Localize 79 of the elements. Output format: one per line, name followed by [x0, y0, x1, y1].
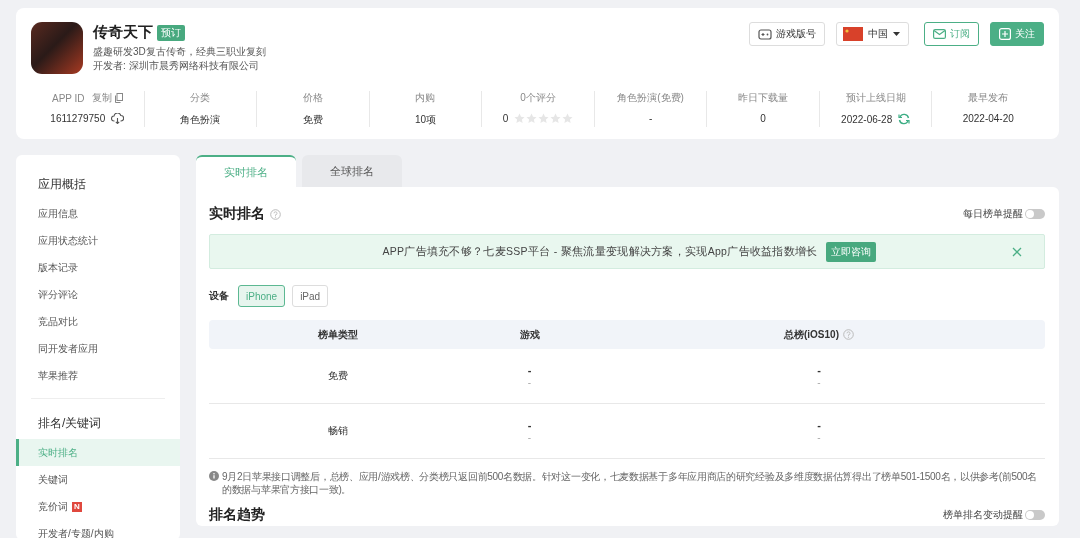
stat-label: 内购: [415, 91, 436, 105]
stat-label: 角色扮演(免费): [617, 91, 684, 105]
country-dropdown[interactable]: 中国: [836, 22, 909, 46]
sidebar-item[interactable]: 应用信息: [16, 200, 180, 227]
ad-text: APP广告填充不够？七麦SSP平台 - 聚焦流量变现解决方案，实现App广告收益指数增长: [382, 244, 818, 259]
star-icon: [550, 113, 562, 124]
toggle-switch[interactable]: [1025, 510, 1045, 520]
column-header: 总榜(iOS10): [784, 327, 839, 342]
device-label: 设备: [209, 289, 229, 303]
stat-value: 0: [760, 113, 766, 124]
rank-value: -: [527, 364, 532, 376]
mail-icon: [933, 29, 946, 39]
sidebar-item[interactable]: 同开发者应用: [16, 335, 180, 362]
help-icon: [270, 208, 281, 220]
app-icon: [31, 22, 83, 74]
caret-icon: [893, 32, 900, 36]
new-badge: N: [72, 501, 82, 512]
stat-value: 免费: [302, 113, 323, 127]
rank-value: -: [527, 419, 532, 431]
star-icon: [562, 113, 574, 124]
rank-value: -: [817, 364, 821, 376]
copy-icon: [114, 93, 123, 103]
note-text: 9月2日苹果接口调整后，总榜、应用/游戏榜、分类榜只返回前500名数据。针对这一变化，七麦数据基于多年应用商店的研究经验及多维度数据估算得出了榜单501-1500名，以供参考(前500名的数据与苹果官方接口一致)。: [222, 470, 1038, 496]
stat-label: 最早发布: [968, 91, 1009, 105]
developer-name: 开发者: 深圳市晨秀网络科技有限公司: [93, 60, 260, 71]
table-cell: 免费: [327, 369, 348, 383]
toggle-switch[interactable]: [1025, 209, 1045, 219]
refresh-icon: [898, 113, 911, 125]
table-cell: 畅销: [327, 424, 348, 438]
stat-value: 0: [502, 113, 509, 124]
stat-label: 价格: [302, 91, 323, 105]
sidebar-item[interactable]: 竞品对比: [16, 308, 180, 335]
sidebar-item[interactable]: 版本记录: [16, 254, 180, 281]
sidebar-item[interactable]: 应用状态统计: [16, 227, 180, 254]
flag-icon: [843, 27, 863, 41]
stat-label: 昨日下载量: [738, 91, 789, 105]
rank-change: -: [527, 432, 532, 443]
rank-change: -: [527, 377, 532, 388]
app-name: 传奇天下: [93, 23, 153, 42]
stat-value: 角色扮演: [180, 113, 221, 127]
sidebar-heading: 排名/关键词: [37, 415, 103, 432]
info-icon: [209, 471, 219, 481]
sidebar-item[interactable]: 关键词: [16, 466, 180, 493]
toggle-label: 每日榜单提醒: [963, 207, 1023, 221]
column-header: 榜单类型: [317, 327, 358, 342]
copy-link[interactable]: 复制: [91, 91, 112, 105]
rank-change: -: [817, 377, 821, 388]
stat-label: 预计上线日期: [845, 91, 906, 105]
stat-value: 1611279750: [50, 113, 106, 124]
stat-label: 0个评分: [520, 91, 556, 105]
tab[interactable]: 全球排名: [302, 155, 402, 187]
star-icon: [538, 113, 550, 124]
version-button[interactable]: 游戏版号: [749, 22, 825, 46]
star-icon: [526, 113, 538, 124]
rank-value: -: [817, 419, 821, 431]
section-title: 排名趋势: [209, 506, 265, 524]
stat-value: -: [648, 113, 653, 124]
stat-value: 2022-04-20: [962, 113, 1014, 124]
column-header: 游戏: [519, 327, 540, 342]
close-icon: [1012, 246, 1022, 257]
device-option[interactable]: iPad: [292, 285, 329, 307]
rank-change: -: [817, 432, 821, 443]
stat-label: APP ID: [51, 92, 85, 104]
sidebar-item[interactable]: 竞价词 N: [16, 493, 180, 520]
cloud-download-icon: [111, 113, 125, 124]
app-description: 盛趣研发3D复古传奇，经典三职业复刻: [93, 46, 266, 57]
toggle-label: 榜单排名变动提醒: [943, 508, 1023, 522]
gamepad-icon: [758, 28, 772, 40]
sidebar-item[interactable]: 开发者/专题/内购: [16, 520, 180, 538]
sidebar-heading: 应用概括: [37, 176, 87, 193]
stat-label: 分类: [190, 91, 211, 105]
plus-square-icon: [999, 28, 1011, 40]
stat-value: 10项: [414, 113, 436, 127]
sidebar-item[interactable]: 评分评论: [16, 281, 180, 308]
stat-value: 2022-06-28: [841, 113, 893, 125]
sidebar-item[interactable]: 苹果推荐: [16, 362, 180, 389]
status-tag: 预订: [157, 24, 185, 41]
star-icon: [514, 113, 526, 124]
section-title: 实时排名: [209, 205, 265, 223]
